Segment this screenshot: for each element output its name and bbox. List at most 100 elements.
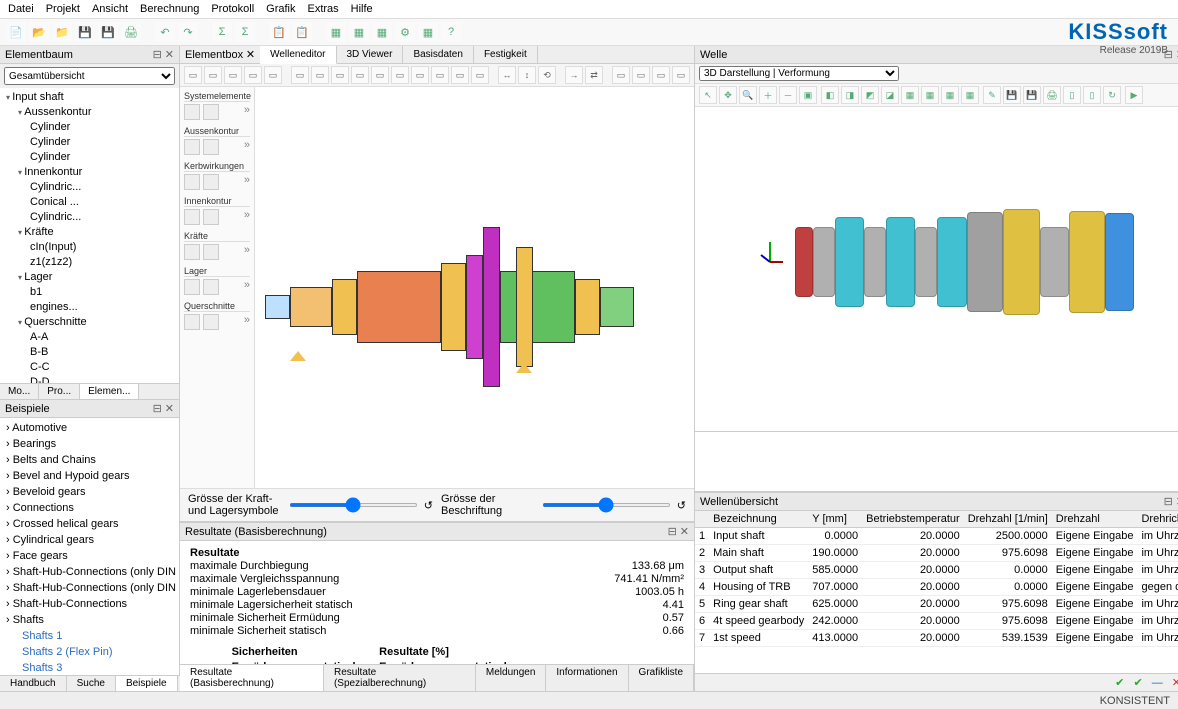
check-icon[interactable]: ✔ bbox=[1115, 677, 1124, 689]
table-cell[interactable]: im Uhrzeigersinn bbox=[1137, 613, 1178, 630]
table-cell[interactable]: 625.0000 bbox=[808, 596, 862, 613]
tree-node[interactable]: Querschnitte bbox=[2, 315, 177, 330]
menu-extras[interactable]: Extras bbox=[307, 3, 338, 15]
etb-icon[interactable]: ↔ bbox=[498, 66, 516, 84]
tb-save-icon[interactable]: 💾 bbox=[75, 22, 95, 42]
table-cell[interactable]: Eigene Eingabe bbox=[1052, 596, 1138, 613]
col-header[interactable]: Bezeichnung bbox=[709, 511, 808, 528]
palette-icon[interactable] bbox=[203, 139, 219, 155]
table-cell[interactable]: Eigene Eingabe bbox=[1052, 630, 1138, 647]
table-cell[interactable]: 242.0000 bbox=[808, 613, 862, 630]
tb-report-icon[interactable]: 📋 bbox=[269, 22, 289, 42]
palette-icon[interactable] bbox=[184, 104, 200, 120]
table-cell[interactable]: 0.0000 bbox=[808, 528, 862, 545]
pin-icon[interactable]: ⊟ bbox=[153, 49, 162, 61]
table-row[interactable]: 4Housing of TRB707.000020.00000.0000Eige… bbox=[695, 579, 1178, 596]
rtab-info[interactable]: Informationen bbox=[546, 665, 628, 691]
v-view-icon[interactable]: ▦ bbox=[901, 86, 919, 104]
expand-icon[interactable]: » bbox=[244, 104, 250, 120]
etb-icon[interactable]: ▭ bbox=[224, 66, 242, 84]
palette-icon[interactable] bbox=[184, 139, 200, 155]
slider-text[interactable] bbox=[542, 503, 671, 507]
table-cell[interactable]: 4t speed gearbody bbox=[709, 613, 808, 630]
check-icon[interactable]: ✔ bbox=[1133, 677, 1142, 689]
list-item[interactable]: › Beveloid gears bbox=[2, 484, 177, 500]
list-item[interactable]: › Cylindrical gears bbox=[2, 532, 177, 548]
menu-grafik[interactable]: Grafik bbox=[266, 3, 295, 15]
table-cell[interactable]: 6 bbox=[695, 613, 709, 630]
etb-icon[interactable]: ▭ bbox=[311, 66, 329, 84]
menu-ansicht[interactable]: Ansicht bbox=[92, 3, 128, 15]
pin-icon[interactable]: ⊟ bbox=[1164, 496, 1173, 508]
etb-icon[interactable]: ▭ bbox=[471, 66, 489, 84]
tree-node[interactable]: A-A bbox=[2, 330, 177, 345]
pin-icon[interactable]: ⊟ bbox=[153, 403, 162, 415]
palette-icon[interactable] bbox=[184, 314, 200, 330]
palette-icon[interactable] bbox=[203, 104, 219, 120]
ftab-suche[interactable]: Suche bbox=[67, 676, 116, 691]
tab-mo[interactable]: Mo... bbox=[0, 384, 39, 399]
beispiele-list[interactable]: › Automotive› Bearings› Belts and Chains… bbox=[0, 418, 179, 691]
table-cell[interactable]: Input shaft bbox=[709, 528, 808, 545]
table-cell[interactable]: 4 bbox=[695, 579, 709, 596]
table-cell[interactable]: 20.0000 bbox=[862, 596, 964, 613]
list-item[interactable]: › Connections bbox=[2, 500, 177, 516]
list-item[interactable]: › Face gears bbox=[2, 548, 177, 564]
v-view-icon[interactable]: ◪ bbox=[881, 86, 899, 104]
table-cell[interactable]: Eigene Eingabe bbox=[1052, 562, 1138, 579]
etb-icon[interactable]: ▭ bbox=[612, 66, 630, 84]
table-cell[interactable]: Ring gear shaft bbox=[709, 596, 808, 613]
palette-icon[interactable] bbox=[184, 244, 200, 260]
table-cell[interactable]: im Uhrzeigersinn bbox=[1137, 562, 1178, 579]
table-cell[interactable]: 0.0000 bbox=[964, 562, 1052, 579]
etb-icon[interactable]: ▭ bbox=[204, 66, 222, 84]
tree-node[interactable]: cIn(Input) bbox=[2, 240, 177, 255]
col-header[interactable] bbox=[695, 511, 709, 528]
v-play-icon[interactable]: ▶ bbox=[1125, 86, 1143, 104]
table-row[interactable]: 71st speed413.000020.0000539.1539Eigene … bbox=[695, 630, 1178, 647]
etb-icon[interactable]: ▭ bbox=[431, 66, 449, 84]
etb-icon[interactable]: ⇄ bbox=[585, 66, 603, 84]
etb-icon[interactable]: ▭ bbox=[411, 66, 429, 84]
table-cell[interactable]: 20.0000 bbox=[862, 545, 964, 562]
tree-node[interactable]: Lager bbox=[2, 270, 177, 285]
tb-open-icon[interactable]: 📂 bbox=[29, 22, 49, 42]
v-print-icon[interactable]: 🖨 bbox=[1043, 86, 1061, 104]
v-zoomout-icon[interactable]: － bbox=[779, 86, 797, 104]
tb-open2-icon[interactable]: 📁 bbox=[52, 22, 72, 42]
v-cursor-icon[interactable]: ↖ bbox=[699, 86, 717, 104]
table-cell[interactable]: Main shaft bbox=[709, 545, 808, 562]
tab-pro[interactable]: Pro... bbox=[39, 384, 80, 399]
tb-new-icon[interactable]: 📄 bbox=[6, 22, 26, 42]
table-cell[interactable]: 20.0000 bbox=[862, 528, 964, 545]
palette-icon[interactable] bbox=[203, 279, 219, 295]
palette-icon[interactable] bbox=[203, 209, 219, 225]
tab-basisdaten[interactable]: Basisdaten bbox=[403, 46, 473, 63]
table-cell[interactable]: 539.1539 bbox=[964, 630, 1052, 647]
table-row[interactable]: 5Ring gear shaft625.000020.0000975.6098E… bbox=[695, 596, 1178, 613]
etb-icon[interactable]: ▭ bbox=[244, 66, 262, 84]
table-row[interactable]: 3Output shaft585.000020.00000.0000Eigene… bbox=[695, 562, 1178, 579]
table-cell[interactable]: 413.0000 bbox=[808, 630, 862, 647]
tb-t5-icon[interactable]: ▦ bbox=[418, 22, 438, 42]
v-save-icon[interactable]: 💾 bbox=[1003, 86, 1021, 104]
table-cell[interactable]: 1st speed bbox=[709, 630, 808, 647]
etb-icon[interactable]: ▭ bbox=[632, 66, 650, 84]
list-item[interactable]: Shafts 2 (Flex Pin) bbox=[2, 644, 177, 660]
table-row[interactable]: 1Input shaft0.000020.00002500.0000Eigene… bbox=[695, 528, 1178, 545]
viewer-3d-canvas[interactable] bbox=[695, 107, 1178, 431]
rtab-basis[interactable]: Resultate (Basisberechnung) bbox=[180, 665, 324, 691]
table-cell[interactable]: gegen den Uhrzei... bbox=[1137, 579, 1178, 596]
tb-saveall-icon[interactable]: 💾 bbox=[98, 22, 118, 42]
table-cell[interactable]: 1 bbox=[695, 528, 709, 545]
palette-icon[interactable] bbox=[203, 174, 219, 190]
expand-icon[interactable]: » bbox=[244, 279, 250, 295]
etb-icon[interactable]: → bbox=[565, 66, 583, 84]
tree-node[interactable]: B-B bbox=[2, 345, 177, 360]
table-cell[interactable]: 975.6098 bbox=[964, 545, 1052, 562]
shaft-canvas[interactable] bbox=[255, 87, 694, 488]
tb-calc-icon[interactable]: Σ bbox=[212, 22, 232, 42]
tree-node[interactable]: z1(z1z2) bbox=[2, 255, 177, 270]
menu-projekt[interactable]: Projekt bbox=[46, 3, 80, 15]
palette-icon[interactable] bbox=[203, 314, 219, 330]
